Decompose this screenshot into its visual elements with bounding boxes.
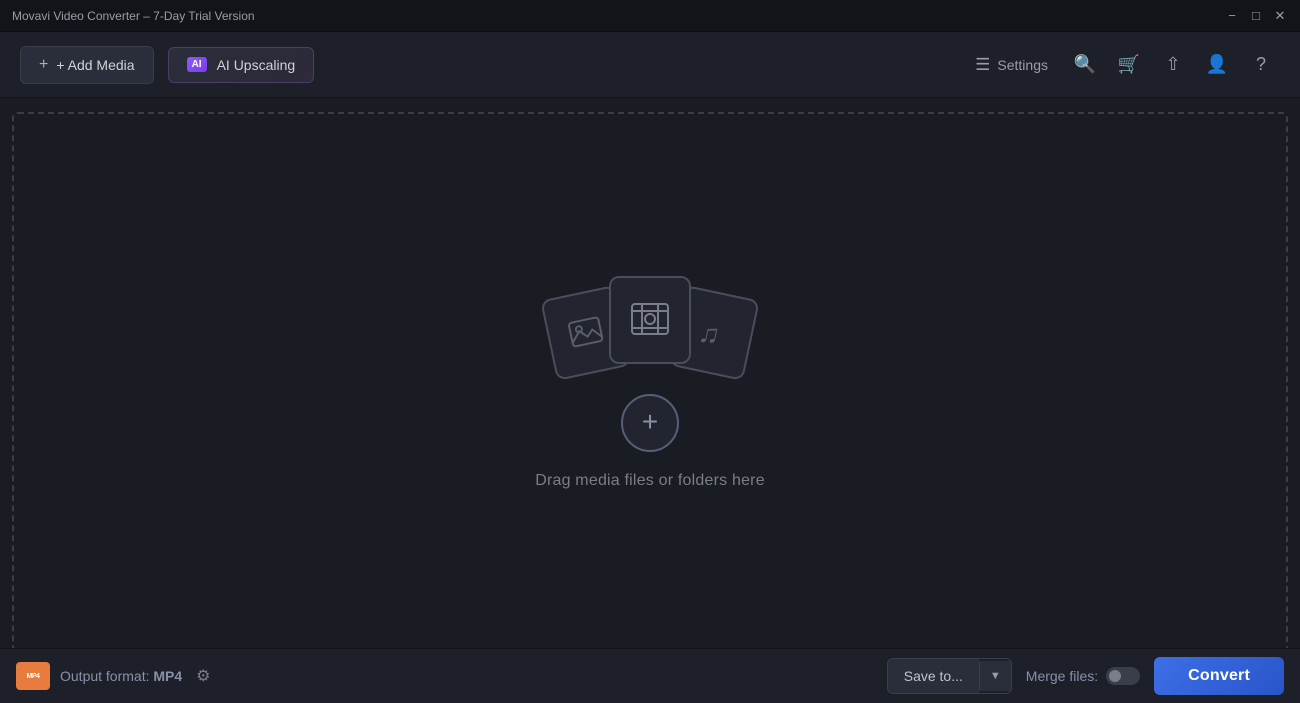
cart-button[interactable]: 🛒	[1110, 46, 1148, 84]
minimize-button[interactable]: −	[1224, 8, 1240, 24]
video-card	[609, 276, 691, 364]
bottom-bar: MP4 Output format: MP4 ⚙ Save to... ▼ Me…	[0, 648, 1300, 703]
save-to-dropdown-button[interactable]: ▼	[979, 661, 1011, 691]
add-media-circle[interactable]: +	[621, 394, 679, 452]
share-button[interactable]: ⇧	[1154, 46, 1192, 84]
format-icon-top: MP4	[27, 673, 40, 680]
drag-drop-label: Drag media files or folders here	[535, 472, 765, 490]
account-icon: 👤	[1206, 54, 1228, 75]
share-icon: ⇧	[1165, 54, 1180, 75]
search-icon: 🔍	[1074, 54, 1096, 75]
output-format-section: MP4 Output format: MP4 ⚙	[16, 662, 211, 690]
toolbar-right: ☰ Settings 🔍 🛒 ⇧ 👤 ?	[963, 46, 1280, 84]
save-to-main-button[interactable]: Save to...	[888, 659, 979, 693]
save-to-button[interactable]: Save to... ▼	[887, 658, 1012, 694]
plus-icon: +	[39, 56, 48, 74]
settings-icon: ☰	[975, 55, 990, 75]
toolbar-left: + + Add Media AI AI Upscaling	[20, 46, 314, 84]
format-name: MP4	[153, 668, 182, 684]
convert-button[interactable]: Convert	[1154, 657, 1284, 695]
window-controls: − □ ✕	[1224, 8, 1288, 24]
cart-icon: 🛒	[1118, 54, 1140, 75]
drop-zone[interactable]: ♫ + Drag media files or folders here	[12, 112, 1288, 660]
svg-text:♫: ♫	[696, 316, 723, 351]
app-title: Movavi Video Converter – 7-Day Trial Ver…	[12, 9, 255, 23]
account-button[interactable]: 👤	[1198, 46, 1236, 84]
output-label-text: Output format:	[60, 668, 153, 684]
settings-label: Settings	[997, 57, 1048, 73]
output-format-label: Output format: MP4	[60, 668, 182, 684]
format-thumbnail: MP4	[16, 662, 50, 690]
help-icon: ?	[1256, 54, 1266, 75]
ai-upscaling-button[interactable]: AI AI Upscaling	[168, 47, 315, 83]
search-button[interactable]: 🔍	[1066, 46, 1104, 84]
toolbar: + + Add Media AI AI Upscaling ☰ Settings…	[0, 32, 1300, 98]
plus-circle-icon: +	[642, 408, 658, 436]
media-icons: ♫	[547, 282, 753, 370]
ai-badge: AI	[187, 57, 207, 72]
ai-upscaling-label: AI Upscaling	[217, 57, 296, 73]
close-button[interactable]: ✕	[1272, 8, 1288, 24]
add-media-button[interactable]: + + Add Media	[20, 46, 154, 84]
merge-files-toggle[interactable]	[1106, 667, 1140, 685]
format-settings-gear[interactable]: ⚙	[196, 666, 210, 686]
bottom-right-actions: Save to... ▼ Merge files: Convert	[887, 657, 1284, 695]
add-media-label: + Add Media	[56, 57, 134, 73]
help-button[interactable]: ?	[1242, 46, 1280, 84]
settings-button[interactable]: ☰ Settings	[963, 47, 1060, 83]
merge-files-text: Merge files:	[1026, 668, 1098, 684]
merge-files-label: Merge files:	[1026, 667, 1140, 685]
maximize-button[interactable]: □	[1248, 8, 1264, 24]
title-bar: Movavi Video Converter – 7-Day Trial Ver…	[0, 0, 1300, 32]
